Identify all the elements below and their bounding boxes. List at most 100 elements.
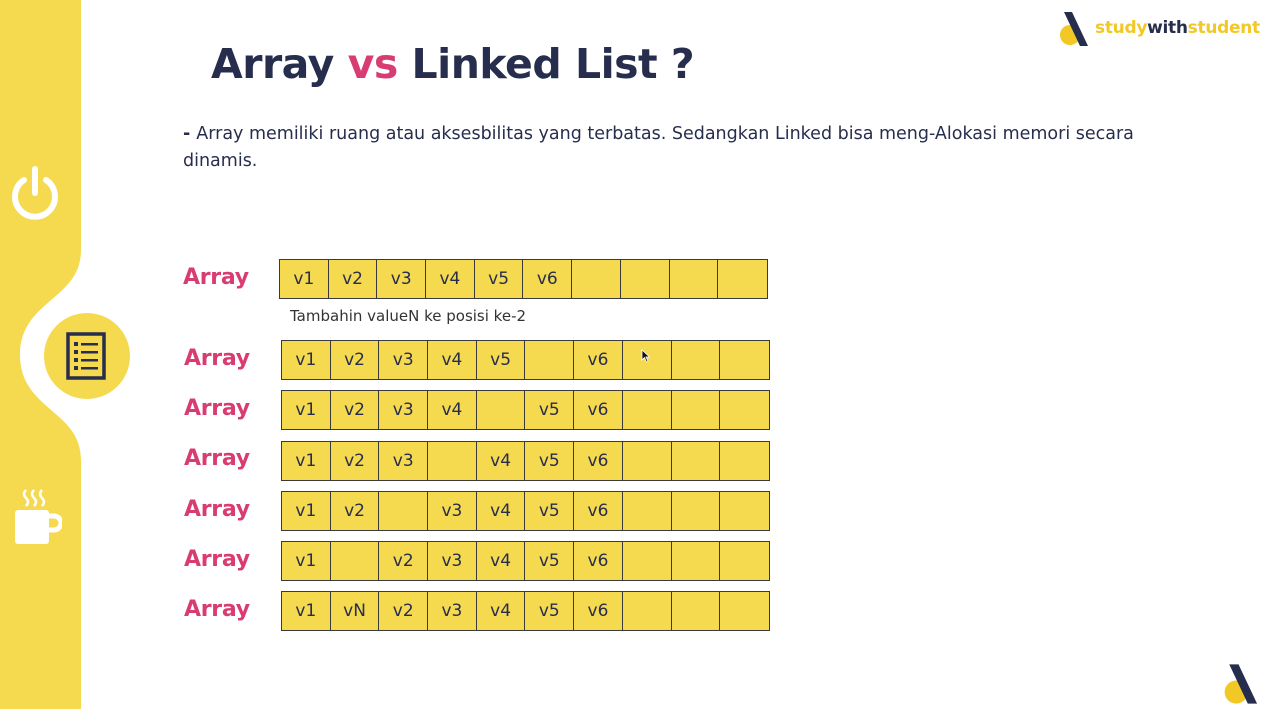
array-cell: v4 (476, 442, 526, 480)
array-cell: v2 (328, 260, 378, 298)
array-cell: v4 (476, 542, 526, 580)
title-vs: vs (347, 40, 399, 88)
list-icon[interactable] (62, 331, 110, 381)
array-cell: v3 (428, 542, 477, 580)
brand-part3: student (1187, 18, 1260, 38)
array-cell (622, 391, 672, 429)
array-cell (718, 260, 767, 298)
array-cell (720, 592, 769, 630)
array-cell: v3 (379, 391, 429, 429)
array-row-original: v1 v2 v3 v4 v5 v6 (279, 259, 768, 299)
array-cell: v4 (476, 592, 526, 630)
array-label: Array (183, 265, 249, 290)
array-cell: v5 (525, 492, 575, 530)
array-cell: v6 (574, 492, 623, 530)
array-cell: v2 (379, 592, 429, 630)
array-cell (720, 341, 769, 379)
array-cell: v1 (282, 542, 331, 580)
array-cell: v3 (377, 260, 427, 298)
array-cell: v5 (476, 341, 526, 379)
array-cell: v6 (574, 341, 623, 379)
description: - Array memiliki ruang atau aksesbilitas … (183, 121, 1173, 175)
array-cell (622, 492, 672, 530)
array-cell (620, 260, 670, 298)
array-cell (572, 260, 621, 298)
array-row-final: v1 vN v2 v3 v4 v5 v6 (281, 591, 770, 631)
insert-note: Tambahin valueN ke posisi ke-2 (290, 307, 527, 325)
array-cell: v2 (330, 391, 380, 429)
array-cell: v1 (280, 260, 329, 298)
array-row-step-2: v1 v2 v3 v4 v5 v6 (281, 390, 770, 430)
array-cell (379, 492, 429, 530)
bullet-dash: - (183, 124, 191, 144)
array-cell (671, 442, 721, 480)
array-cell: v1 (282, 592, 331, 630)
array-label: Array (184, 497, 250, 522)
array-cell: v3 (428, 492, 477, 530)
array-cell (671, 542, 721, 580)
description-text: Array memiliki ruang atau aksesbilitas y… (183, 124, 1134, 171)
array-cell (720, 542, 769, 580)
array-cell: vN (330, 592, 380, 630)
array-cell: v5 (525, 391, 575, 429)
coffee-mug-icon[interactable] (12, 488, 62, 546)
brand-name: studywithstudent (1095, 18, 1260, 38)
array-cell: v6 (574, 542, 623, 580)
array-cell (330, 542, 380, 580)
array-cell (622, 442, 672, 480)
array-row-step-5: v1 v2 v3 v4 v5 v6 (281, 541, 770, 581)
array-cell (671, 492, 721, 530)
array-cell: v1 (282, 341, 331, 379)
title-linked-list: Linked List ? (411, 40, 695, 88)
array-cell (720, 492, 769, 530)
array-label: Array (184, 396, 250, 421)
array-cell: v1 (282, 492, 331, 530)
power-icon[interactable] (9, 165, 61, 221)
array-cell: v6 (523, 260, 573, 298)
array-label: Array (184, 446, 250, 471)
array-cell (671, 341, 721, 379)
array-cell: v2 (330, 341, 380, 379)
array-cell: v4 (476, 492, 526, 530)
array-cell: v3 (379, 341, 429, 379)
array-cell: v2 (330, 442, 380, 480)
array-cell: v5 (525, 592, 575, 630)
array-cell (669, 260, 719, 298)
array-cell: v1 (282, 391, 331, 429)
array-cell: v5 (525, 542, 575, 580)
array-cell (428, 442, 477, 480)
mouse-cursor-icon (641, 349, 651, 363)
array-cell: v5 (474, 260, 524, 298)
array-cell (525, 341, 575, 379)
array-cell (622, 542, 672, 580)
array-cell: v6 (574, 592, 623, 630)
corner-logo-icon (1224, 664, 1258, 704)
array-cell: v2 (379, 542, 429, 580)
brand-part2: with (1147, 18, 1188, 38)
array-cell: v4 (426, 260, 475, 298)
array-cell (476, 391, 526, 429)
array-cell: v3 (428, 592, 477, 630)
array-cell (671, 391, 721, 429)
array-label: Array (184, 547, 250, 572)
array-cell: v1 (282, 442, 331, 480)
brand-logo-icon (1060, 12, 1088, 46)
page-title: Array vs Linked List ? (211, 40, 695, 88)
array-row-step-3: v1 v2 v3 v4 v5 v6 (281, 441, 770, 481)
array-label: Array (184, 346, 250, 371)
array-row-step-4: v1 v2 v3 v4 v5 v6 (281, 491, 770, 531)
array-cell: v3 (379, 442, 429, 480)
array-cell: v4 (428, 341, 477, 379)
array-cell: v6 (574, 391, 623, 429)
array-cell (622, 592, 672, 630)
brand-part1: study (1095, 18, 1148, 38)
array-label: Array (184, 597, 250, 622)
array-cell (720, 391, 769, 429)
array-cell: v6 (574, 442, 623, 480)
array-cell (671, 592, 721, 630)
array-cell: v5 (525, 442, 575, 480)
array-cell: v4 (428, 391, 477, 429)
array-row-step-1: v1 v2 v3 v4 v5 v6 (281, 340, 770, 380)
title-array: Array (211, 40, 334, 88)
array-cell (720, 442, 769, 480)
